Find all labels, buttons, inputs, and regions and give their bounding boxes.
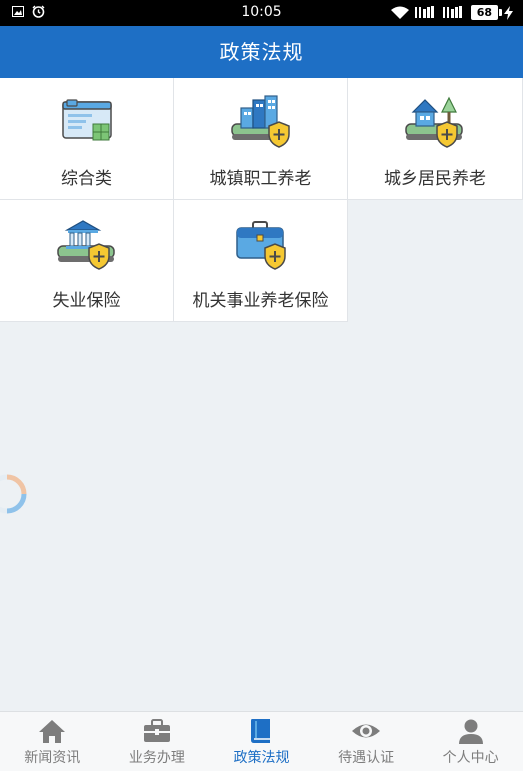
house-tree-shield-icon bbox=[348, 94, 522, 150]
tab-news[interactable]: 新闻资讯 bbox=[0, 712, 105, 771]
city-buildings-shield-icon bbox=[174, 94, 347, 150]
eye-icon bbox=[314, 717, 419, 745]
briefcase-icon bbox=[105, 717, 210, 745]
tab-policy[interactable]: 政策法规 bbox=[209, 712, 314, 771]
category-rural-resident-pension[interactable]: 城乡居民养老 bbox=[348, 78, 523, 200]
battery-indicator: 68 bbox=[470, 5, 503, 20]
bank-shield-icon bbox=[0, 216, 173, 272]
tab-label: 新闻资讯 bbox=[24, 750, 81, 766]
loading-spinner-icon bbox=[0, 474, 27, 514]
category-comprehensive[interactable]: 综合类 bbox=[0, 78, 174, 200]
signal-strength-icon-2 bbox=[442, 6, 462, 18]
category-label: 机关事业养老保险 bbox=[192, 291, 329, 311]
home-icon bbox=[0, 717, 105, 745]
signal-strength-icon bbox=[414, 6, 434, 18]
category-label: 失业保险 bbox=[52, 291, 121, 311]
tab-label: 待遇认证 bbox=[338, 750, 395, 766]
tab-label: 政策法规 bbox=[233, 750, 290, 766]
status-bar: 10:05 68 bbox=[0, 0, 523, 26]
tab-business[interactable]: 业务办理 bbox=[105, 712, 210, 771]
category-label: 城镇职工养老 bbox=[209, 169, 312, 189]
person-icon bbox=[418, 717, 523, 745]
category-label: 城乡居民养老 bbox=[384, 169, 486, 189]
charging-icon bbox=[504, 5, 513, 20]
tab-label: 个人中心 bbox=[442, 750, 499, 766]
category-urban-employee-pension[interactable]: 城镇职工养老 bbox=[174, 78, 348, 200]
category-label: 综合类 bbox=[61, 169, 112, 189]
page-title: 政策法规 bbox=[0, 26, 523, 78]
tab-certification[interactable]: 待遇认证 bbox=[314, 712, 419, 771]
category-public-institution-pension[interactable]: 机关事业养老保险 bbox=[174, 200, 348, 322]
category-unemployment-insurance[interactable]: 失业保险 bbox=[0, 200, 174, 322]
tab-label: 业务办理 bbox=[128, 750, 185, 766]
browser-window-icon bbox=[0, 94, 173, 150]
bottom-tab-bar: 新闻资讯 业务办理 政策法规 待遇认证 个人中心 bbox=[0, 711, 523, 771]
wifi-icon bbox=[390, 6, 409, 19]
book-icon bbox=[209, 717, 314, 745]
briefcase-shield-icon bbox=[174, 216, 347, 272]
tab-profile[interactable]: 个人中心 bbox=[418, 712, 523, 771]
status-system-icons: 68 bbox=[390, 5, 513, 20]
